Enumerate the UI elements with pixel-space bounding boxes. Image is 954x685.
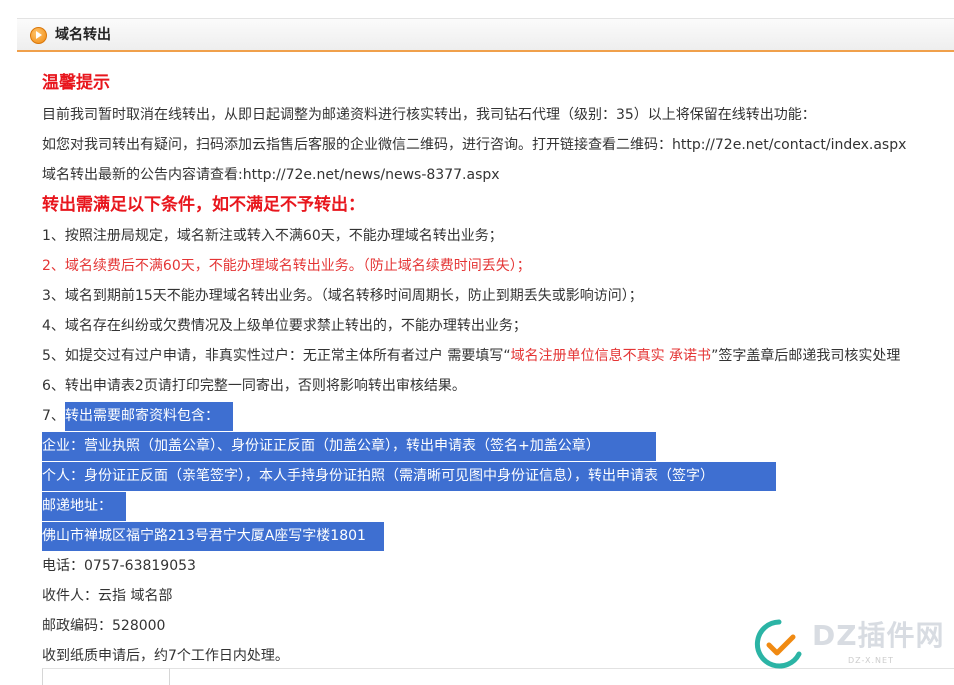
notice-line-3: 域名转出最新的公告内容请查看:http://72e.net/news/news-…: [42, 167, 500, 183]
condition-item-5-suffix: ”签字盖章后邮递我司核实处理: [711, 348, 901, 364]
condition-item-7: 转出需要邮寄资料包含：: [65, 402, 233, 431]
personal-materials: 个人：身份证正反面（亲笔签字），本人手持身份证拍照（需清晰可见图中身份证信息），…: [42, 462, 776, 491]
notice-line-2: 如您对我司转出有疑问，扫码添加云指售后客服的企业微信二维码，进行咨询。打开链接查…: [42, 137, 907, 153]
condition-item-1: 1、按照注册局规定，域名新注或转入不满60天，不能办理域名转出业务；: [42, 228, 503, 244]
condition-item-6: 6、转出申请表2页请打印完整一同寄出，否则将影响转出审核结果。: [42, 378, 466, 394]
postal-code: 邮政编码：528000: [42, 618, 166, 634]
watermark-url: DZ-X.NET: [848, 656, 894, 665]
condition-item-5-prefix: 5、如提交过有过户申请，非真实性过户：无正常主体所有者过户 需要填写“: [42, 348, 511, 364]
page: 域名转出 温馨提示 目前我司暂时取消在线转出，从即日起调整为邮递资料进行核实转出…: [0, 0, 954, 685]
watermark: DZ插件网 DZ-X.NET: [752, 613, 952, 673]
condition-item-5: 5、如提交过有过户申请，非真实性过户：无正常主体所有者过户 需要填写“域名注册单…: [42, 347, 900, 365]
condition-item-7-number: 7、: [42, 408, 65, 424]
contact-phone: 电话：0757-63819053: [42, 558, 196, 574]
bottom-tab-box: [42, 668, 170, 685]
commitment-letter-link[interactable]: 域名注册单位信息不真实 承诺书: [511, 348, 711, 364]
processing-note: 收到纸质申请后，约7个工作日内处理。: [42, 648, 289, 664]
watermark-brand: DZ插件网: [812, 619, 945, 652]
mailing-address: 佛山市禅城区福宁路213号君宁大厦A座写字楼1801: [42, 522, 384, 551]
condition-item-4: 4、域名存在纠纷或欠费情况及上级单位要求禁止转出的，不能办理转出业务；: [42, 318, 527, 334]
enterprise-materials: 企业：营业执照（加盖公章）、身份证正反面（加盖公章），转出申请表（签名+加盖公章…: [42, 432, 656, 461]
play-circle-icon: [30, 27, 47, 44]
condition-item-3: 3、域名到期前15天不能办理域名转出业务。（域名转移时间周期长，防止到期丢失或影…: [42, 288, 643, 304]
notice-line-1: 目前我司暂时取消在线转出，从即日起调整为邮递资料进行核实转出，我司钻石代理（级别…: [42, 107, 816, 123]
address-label: 邮递地址：: [42, 492, 126, 521]
section-title: 域名转出: [55, 27, 111, 43]
notice-heading: 温馨提示: [42, 73, 110, 93]
dz-logo-icon: [754, 619, 802, 669]
condition-item-2: 2、域名续费后不满60天，不能办理域名转出业务。（防止域名续费时间丢失）；: [42, 258, 531, 274]
conditions-heading: 转出需满足以下条件，如不满足不予转出：: [42, 195, 365, 215]
recipient: 收件人：云指 域名部: [42, 588, 173, 604]
section-header: 域名转出: [17, 18, 954, 52]
